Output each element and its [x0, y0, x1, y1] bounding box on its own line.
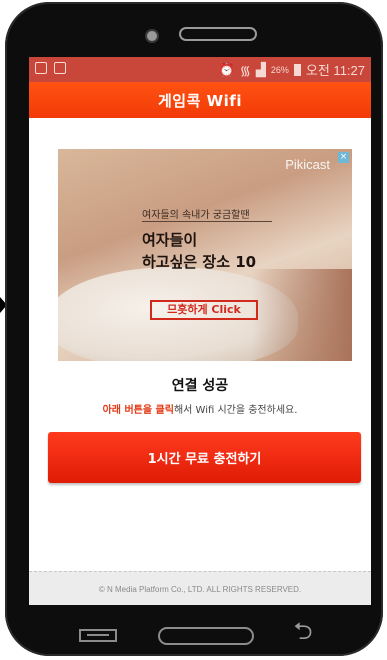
- ad-banner[interactable]: Pikicast × 여자들의 속내가 궁금할땐 여자들이 하고싶은 장소 10…: [58, 149, 352, 361]
- signal-icon: ▟: [255, 61, 266, 77]
- ad-image-shade: [252, 269, 352, 361]
- footer: © N Media Platform Co., LTD. ALL RIGHTS …: [29, 571, 371, 605]
- ad-kicker: 여자들의 속내가 궁금할땐: [142, 210, 250, 221]
- ad-headline-line1: 여자들이: [142, 231, 198, 249]
- ad-brand: Pikicast: [285, 157, 330, 172]
- hardware-nav-bar: ⮌: [24, 605, 366, 652]
- alarm-icon: ⏰: [218, 61, 235, 77]
- menu-button[interactable]: [79, 629, 117, 642]
- ad-cta-button[interactable]: 므흣하게 Click: [150, 300, 258, 320]
- copyright-text: © N Media Platform Co., LTD. ALL RIGHTS …: [98, 584, 302, 594]
- phone-frame: ⏰ ᯾ ▟ 26% 오전 11:27 게임콕 Wifi Pikicast × 여…: [5, 2, 383, 656]
- connection-status-title: 연결 성공: [171, 378, 229, 394]
- wifi-icon: ᯾: [239, 62, 251, 78]
- ad-headline-line2: 하고싶은 장소 10: [142, 253, 257, 271]
- home-button[interactable]: [158, 627, 254, 645]
- front-camera: [147, 31, 157, 41]
- app-bar: 게임콕 Wifi: [29, 82, 371, 118]
- sync-icon: [35, 62, 47, 74]
- free-charge-button[interactable]: 1시간 무료 충전하기: [48, 432, 361, 483]
- back-icon[interactable]: ⮌: [286, 619, 320, 643]
- free-charge-button-label: 1시간 무료 충전하기: [147, 452, 262, 467]
- ad-close-icon[interactable]: ×: [338, 152, 349, 163]
- ad-divider: [142, 221, 272, 222]
- instruction-text: 아래 버튼을 클릭해서 Wifi 시간을 충전하세요.: [29, 401, 371, 416]
- instruction-highlight: 아래 버튼을 클릭: [102, 405, 174, 416]
- instruction-rest: 해서 Wifi 시간을 충전하세요.: [173, 405, 298, 416]
- phone-screen: ⏰ ᯾ ▟ 26% 오전 11:27 게임콕 Wifi Pikicast × 여…: [29, 57, 371, 605]
- status-bar: ⏰ ᯾ ▟ 26% 오전 11:27: [29, 57, 371, 82]
- battery-level: 26%: [270, 64, 289, 75]
- clock: 오전 11:27: [305, 63, 365, 78]
- ad-headline: 여자들이 하고싶은 장소 10: [142, 229, 256, 273]
- app-title: 게임콕 Wifi: [158, 91, 242, 110]
- earpiece-speaker: [179, 27, 257, 41]
- image-icon: [54, 62, 66, 74]
- battery-icon: [293, 63, 301, 76]
